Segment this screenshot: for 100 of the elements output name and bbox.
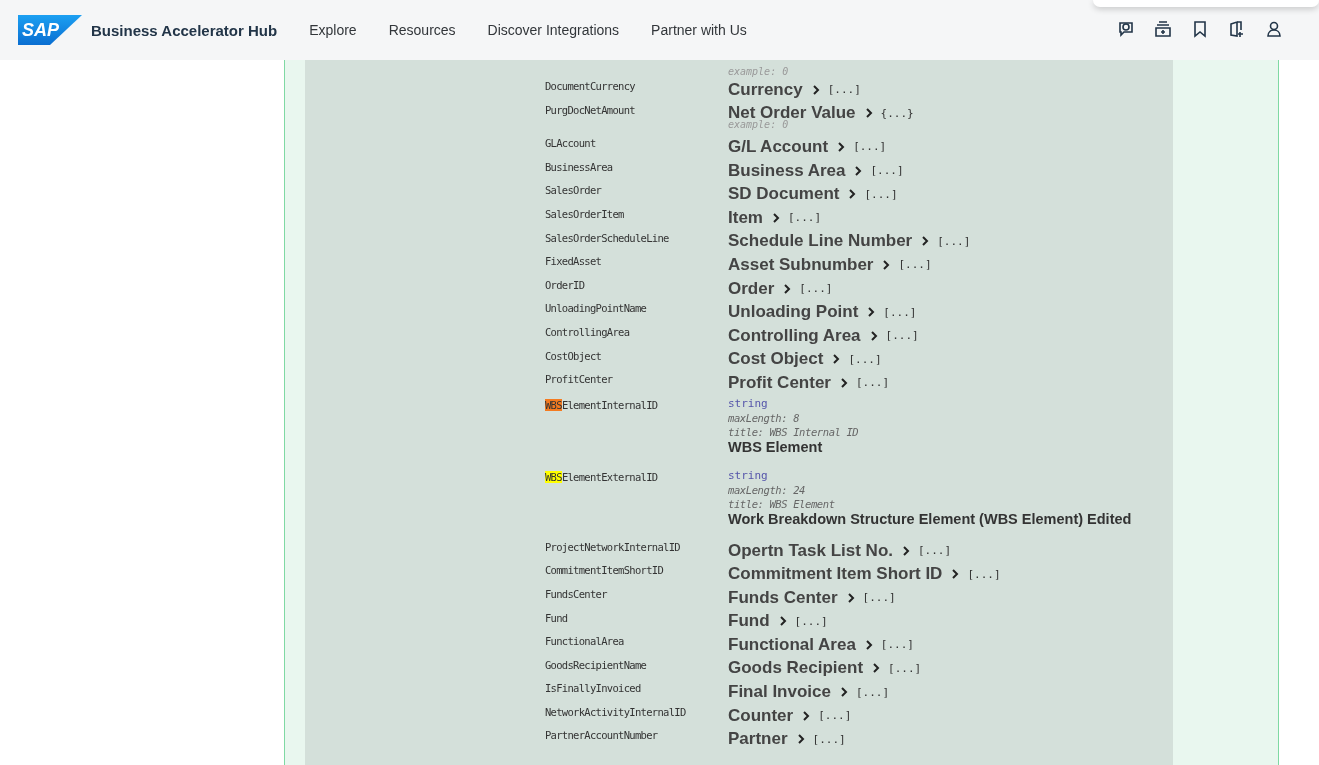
- chevron-icon: [837, 142, 846, 152]
- property-title: Funds Center: [728, 587, 838, 608]
- field-title-text: title: WBS Internal ID: [728, 424, 860, 439]
- nav-link[interactable]: Resources: [388, 22, 456, 38]
- chevron-icon: [832, 354, 841, 365]
- property-title: Business Area: [728, 160, 846, 181]
- chevron-icon: [882, 259, 891, 270]
- property-name: GoodsRecipientName: [545, 657, 648, 673]
- expand-link[interactable]: [...]: [799, 282, 833, 296]
- expand-link[interactable]: [...]: [848, 352, 882, 366]
- expand-link[interactable]: [...]: [812, 732, 846, 746]
- property-name: FixedAsset: [545, 254, 603, 270]
- property-title: Schedule Line Number: [728, 231, 913, 252]
- property-name: Fund: [545, 610, 569, 626]
- property-title: Commitment Item Short ID: [728, 564, 943, 585]
- expand-link[interactable]: [...]: [862, 591, 896, 605]
- expand-link[interactable]: [...]: [794, 614, 828, 628]
- chevron-icon: [771, 212, 780, 223]
- property-name: PurgDocNetAmount: [545, 102, 636, 118]
- expand-link[interactable]: [...]: [937, 234, 971, 248]
- chevron-icon: [846, 592, 855, 603]
- chevron-icon: [848, 189, 857, 200]
- expand-link[interactable]: [...]: [787, 211, 822, 225]
- expand-link[interactable]: [...]: [864, 187, 898, 201]
- chevron-icon: [811, 84, 820, 95]
- expand-link[interactable]: [...]: [967, 567, 1001, 581]
- expand-link[interactable]: [...]: [855, 376, 890, 390]
- bookmark-icon: [1191, 20, 1209, 38]
- chevron-icon: [867, 307, 876, 318]
- property-name: SalesOrderItem: [545, 206, 625, 222]
- property-title: SD Document: [728, 184, 840, 205]
- user-icon: [1265, 20, 1283, 38]
- property-title: Fund: [728, 611, 770, 632]
- property-title: Item: [728, 207, 763, 228]
- property-name: FundsCenter: [545, 586, 608, 602]
- expand-link[interactable]: [...]: [870, 164, 904, 178]
- chevron-icon: [802, 710, 811, 721]
- expand-link[interactable]: [...]: [888, 662, 922, 675]
- property-name: OrderID: [545, 277, 586, 293]
- site-title: Business Accelerator Hub: [91, 21, 278, 39]
- chevron-icon: [854, 165, 863, 176]
- chevron-icon: [778, 616, 787, 627]
- nav-link[interactable]: Discover Integrations: [487, 22, 620, 38]
- property-title: Opertn Task List No.: [728, 540, 893, 561]
- property-name: BusinessArea: [545, 159, 614, 175]
- property-title: Partner: [728, 729, 788, 750]
- property-name: SalesOrder: [545, 183, 603, 199]
- property-title: Currency: [728, 79, 803, 100]
- property-title: Controlling Area: [728, 325, 861, 346]
- property-name: GLAccount: [545, 136, 597, 152]
- property-name: ProfitCenter: [545, 372, 614, 388]
- property-name: ControllingArea: [545, 324, 631, 340]
- property-title: Order: [728, 278, 775, 299]
- chevron-icon: [840, 687, 848, 698]
- description-text: WBS Element: [728, 438, 824, 455]
- property-name: SalesOrderScheduleLine: [545, 230, 670, 246]
- type-text: string: [728, 396, 769, 411]
- expand-link[interactable]: [...]: [898, 258, 932, 272]
- property-title: Functional Area: [728, 634, 856, 655]
- property-title: Final Invoice: [728, 682, 831, 703]
- chevron-icon: [869, 330, 878, 341]
- chat-smiley-icon: [1117, 20, 1135, 38]
- expand-link[interactable]: [...]: [880, 638, 914, 652]
- property-name: FunctionalArea: [545, 634, 625, 650]
- chevron-icon: [796, 734, 805, 745]
- example-text: example: 0: [728, 119, 790, 132]
- nav-link[interactable]: Partner with Us: [651, 22, 747, 38]
- field-title-text: title: WBS Element: [728, 496, 836, 511]
- expand-link[interactable]: [...]: [827, 83, 861, 97]
- property-name: IsFinallyInvoiced: [545, 681, 642, 697]
- expand-link[interactable]: {...}: [880, 106, 914, 120]
- expand-link[interactable]: [...]: [883, 305, 917, 319]
- property-name: PartnerAccountNumber: [545, 728, 659, 744]
- max-length-text: maxLength: 8: [728, 410, 801, 425]
- logo[interactable]: SAP: [18, 15, 82, 45]
- property-name: CommitmentItemShortID: [545, 563, 665, 579]
- property-title: Asset Subnumber: [728, 254, 874, 275]
- property-title: Goods Recipient: [728, 658, 864, 679]
- expand-link[interactable]: [...]: [885, 329, 919, 343]
- property-name: CostObject: [545, 348, 603, 364]
- expand-link[interactable]: [...]: [918, 544, 952, 557]
- expand-link[interactable]: [...]: [856, 685, 890, 699]
- expand-link[interactable]: [...]: [853, 140, 887, 154]
- chevron-icon: [783, 283, 792, 294]
- property-title: Counter: [728, 705, 794, 726]
- chevron-icon: [951, 569, 960, 580]
- chevron-icon: [864, 108, 873, 119]
- expand-link[interactable]: [...]: [818, 709, 852, 723]
- chevron-icon: [921, 236, 930, 247]
- chevron-icon: [872, 663, 881, 674]
- nav-link[interactable]: Explore: [309, 22, 357, 38]
- property-title: Unloading Point: [728, 302, 859, 323]
- property-name: ProjectNetworkInternalID: [545, 539, 681, 555]
- property-title: G/L Account: [728, 137, 829, 157]
- header-button[interactable]: [1154, 20, 1174, 40]
- property-name: NetworkActivityInternalID: [545, 704, 687, 720]
- chevron-icon: [864, 639, 873, 650]
- property-name: DocumentCurrency: [545, 79, 636, 94]
- max-length-text: maxLength: 24: [728, 482, 806, 497]
- chevron-icon: [902, 545, 910, 556]
